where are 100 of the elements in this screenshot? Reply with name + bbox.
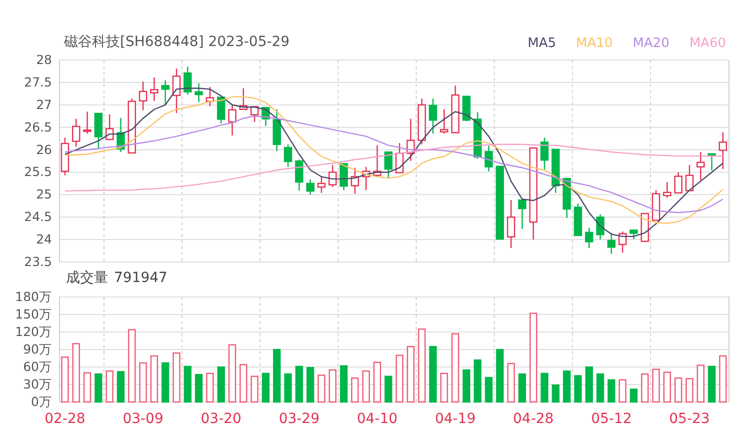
- volume-bar: [652, 368, 660, 403]
- volume-bar: [139, 362, 147, 403]
- volume-bar: [250, 376, 258, 403]
- candlestick: [340, 163, 348, 190]
- volume-bar: [663, 372, 671, 403]
- volume-bar: [295, 366, 303, 403]
- candlestick: [60, 138, 70, 176]
- volume-bar: [284, 373, 292, 403]
- candlestick: [585, 228, 594, 248]
- volume-bar: [518, 373, 526, 403]
- candlestick: [94, 112, 103, 148]
- volume-bar: [429, 346, 437, 403]
- volume-bar: [674, 377, 682, 403]
- x-axis-label: 03-09: [122, 411, 164, 427]
- candlestick: [462, 96, 471, 122]
- candlestick: [428, 98, 438, 134]
- volume-bar: [540, 372, 548, 403]
- candlestick: [552, 148, 560, 193]
- y-axis-label: 24: [36, 232, 52, 247]
- volume-bar: [474, 359, 482, 403]
- y-axis-label: 0万: [31, 394, 52, 409]
- candlestick: [250, 106, 259, 122]
- volume-bar: [116, 371, 125, 403]
- candlestick: [72, 118, 80, 147]
- candlestick: [184, 66, 192, 95]
- x-axis-label: 04-28: [513, 411, 554, 427]
- y-axis-label: 23.5: [24, 254, 52, 267]
- candlestick: [674, 172, 682, 194]
- candlestick: [696, 152, 705, 180]
- candlestick: [473, 112, 482, 159]
- candlestick: [373, 145, 382, 176]
- volume-bar: [83, 372, 92, 403]
- volume-bar: [273, 348, 281, 403]
- volume-bar: [373, 362, 382, 403]
- candlestick: [395, 143, 404, 174]
- candlestick: [172, 68, 181, 113]
- candlestick: [83, 112, 92, 134]
- y-axis-label: 27: [36, 96, 52, 112]
- volume-bar: [228, 344, 236, 403]
- candlestick: [518, 199, 526, 229]
- candlestick: [272, 109, 281, 152]
- volume-bar: [585, 366, 593, 403]
- x-axis-label: 03-29: [278, 411, 320, 427]
- candlestick: [295, 160, 304, 191]
- candlestick: [440, 109, 448, 134]
- candlestick: [306, 179, 314, 195]
- volume-bar: [94, 373, 102, 403]
- candlestick: [239, 88, 248, 110]
- volume-bar: [206, 372, 214, 403]
- y-axis-label: 180万: [15, 290, 52, 304]
- volume-bar: [396, 354, 404, 403]
- volume-bar: [172, 352, 180, 403]
- volume-bar: [552, 384, 560, 403]
- y-axis-label: 90万: [23, 342, 52, 356]
- candlestick: [128, 98, 136, 154]
- candlestick: [640, 212, 649, 242]
- candlestick: [708, 153, 716, 170]
- candlestick: [484, 146, 493, 172]
- volume-bar: [61, 356, 69, 403]
- candlestick: [284, 144, 292, 167]
- legend-label: MA20: [632, 34, 670, 52]
- candlestick: [116, 118, 125, 152]
- candlestick: [685, 165, 694, 192]
- candlestick: [350, 168, 360, 194]
- candlestick: [607, 232, 616, 254]
- candlestick: [362, 166, 370, 190]
- volume-label: 成交量: [66, 269, 108, 288]
- volume-bar: [306, 366, 314, 403]
- candlestick: [105, 114, 114, 140]
- volume-bar: [451, 333, 460, 403]
- candlestick: [630, 230, 638, 240]
- x-axis-label: 05-12: [591, 411, 632, 427]
- candlestick: [663, 182, 672, 198]
- y-axis-label: 28: [36, 55, 52, 67]
- volume-bar: [384, 376, 392, 403]
- volume-bar: [507, 362, 515, 403]
- volume-bar: [162, 362, 170, 403]
- y-axis-label: 150万: [15, 306, 52, 322]
- x-axis-label: 03-20: [200, 411, 242, 427]
- candlestick: [652, 190, 660, 221]
- candlestick: [418, 98, 426, 144]
- volume-bar: [696, 364, 704, 403]
- volume-bar: [574, 375, 582, 403]
- volume-bar: [596, 373, 604, 403]
- candlestick: [596, 214, 604, 240]
- candlestick: [194, 83, 203, 102]
- candlestick: [451, 86, 460, 134]
- volume-bar: [496, 348, 504, 403]
- volume-bar: [462, 369, 470, 403]
- candlestick: [618, 231, 627, 253]
- candlestick: [406, 118, 415, 161]
- y-axis-label: 27.5: [24, 74, 52, 90]
- volume-bar: [240, 364, 248, 403]
- volume-bar: [318, 374, 326, 403]
- volume-bar: [630, 388, 638, 403]
- x-axis-label: 04-19: [434, 411, 476, 427]
- chart-title: 磁谷科技[SH688448] 2023-05-29: [64, 33, 290, 52]
- candlestick: [206, 86, 214, 106]
- volume-bar: [351, 377, 359, 403]
- volume-bar: [194, 374, 203, 403]
